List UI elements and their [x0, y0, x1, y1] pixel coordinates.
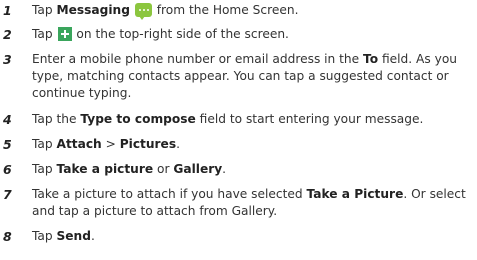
step-text: Enter a mobile phone number or email add…	[32, 52, 457, 100]
step-text: Tap Send.	[32, 229, 95, 243]
send-label: Send	[56, 229, 91, 243]
step-text: Take a picture to attach if you have sel…	[32, 187, 466, 218]
gallery-label: Gallery	[173, 162, 223, 176]
messaging-label: Messaging	[56, 3, 130, 17]
add-plus-icon	[57, 27, 72, 41]
step-text: Tap Attach > Pictures.	[32, 137, 180, 151]
step-number: 8	[3, 229, 12, 244]
attach-label: Attach	[56, 137, 102, 151]
step-number: 4	[3, 112, 12, 127]
step-number: 1	[3, 3, 12, 18]
take-a-picture-label: Take a Picture	[306, 187, 404, 201]
step-number: 6	[3, 162, 12, 177]
step-number: 3	[3, 52, 12, 67]
step-number: 5	[3, 137, 12, 152]
pictures-label: Pictures	[119, 137, 177, 151]
messaging-icon	[134, 3, 152, 20]
step-number: 7	[3, 187, 12, 202]
take-picture-label: Take a picture	[56, 162, 154, 176]
step-text: Tap on the top-right side of the screen.	[32, 27, 289, 41]
step-text: Tap Take a picture or Gallery.	[32, 162, 227, 176]
compose-field-label: Type to compose	[80, 112, 196, 126]
step-text: Tap the Type to compose field to start e…	[32, 112, 424, 126]
to-field-label: To	[363, 52, 379, 66]
step-text: Tap Messaging from the Home Screen.	[32, 3, 299, 20]
step-number: 2	[3, 27, 12, 42]
